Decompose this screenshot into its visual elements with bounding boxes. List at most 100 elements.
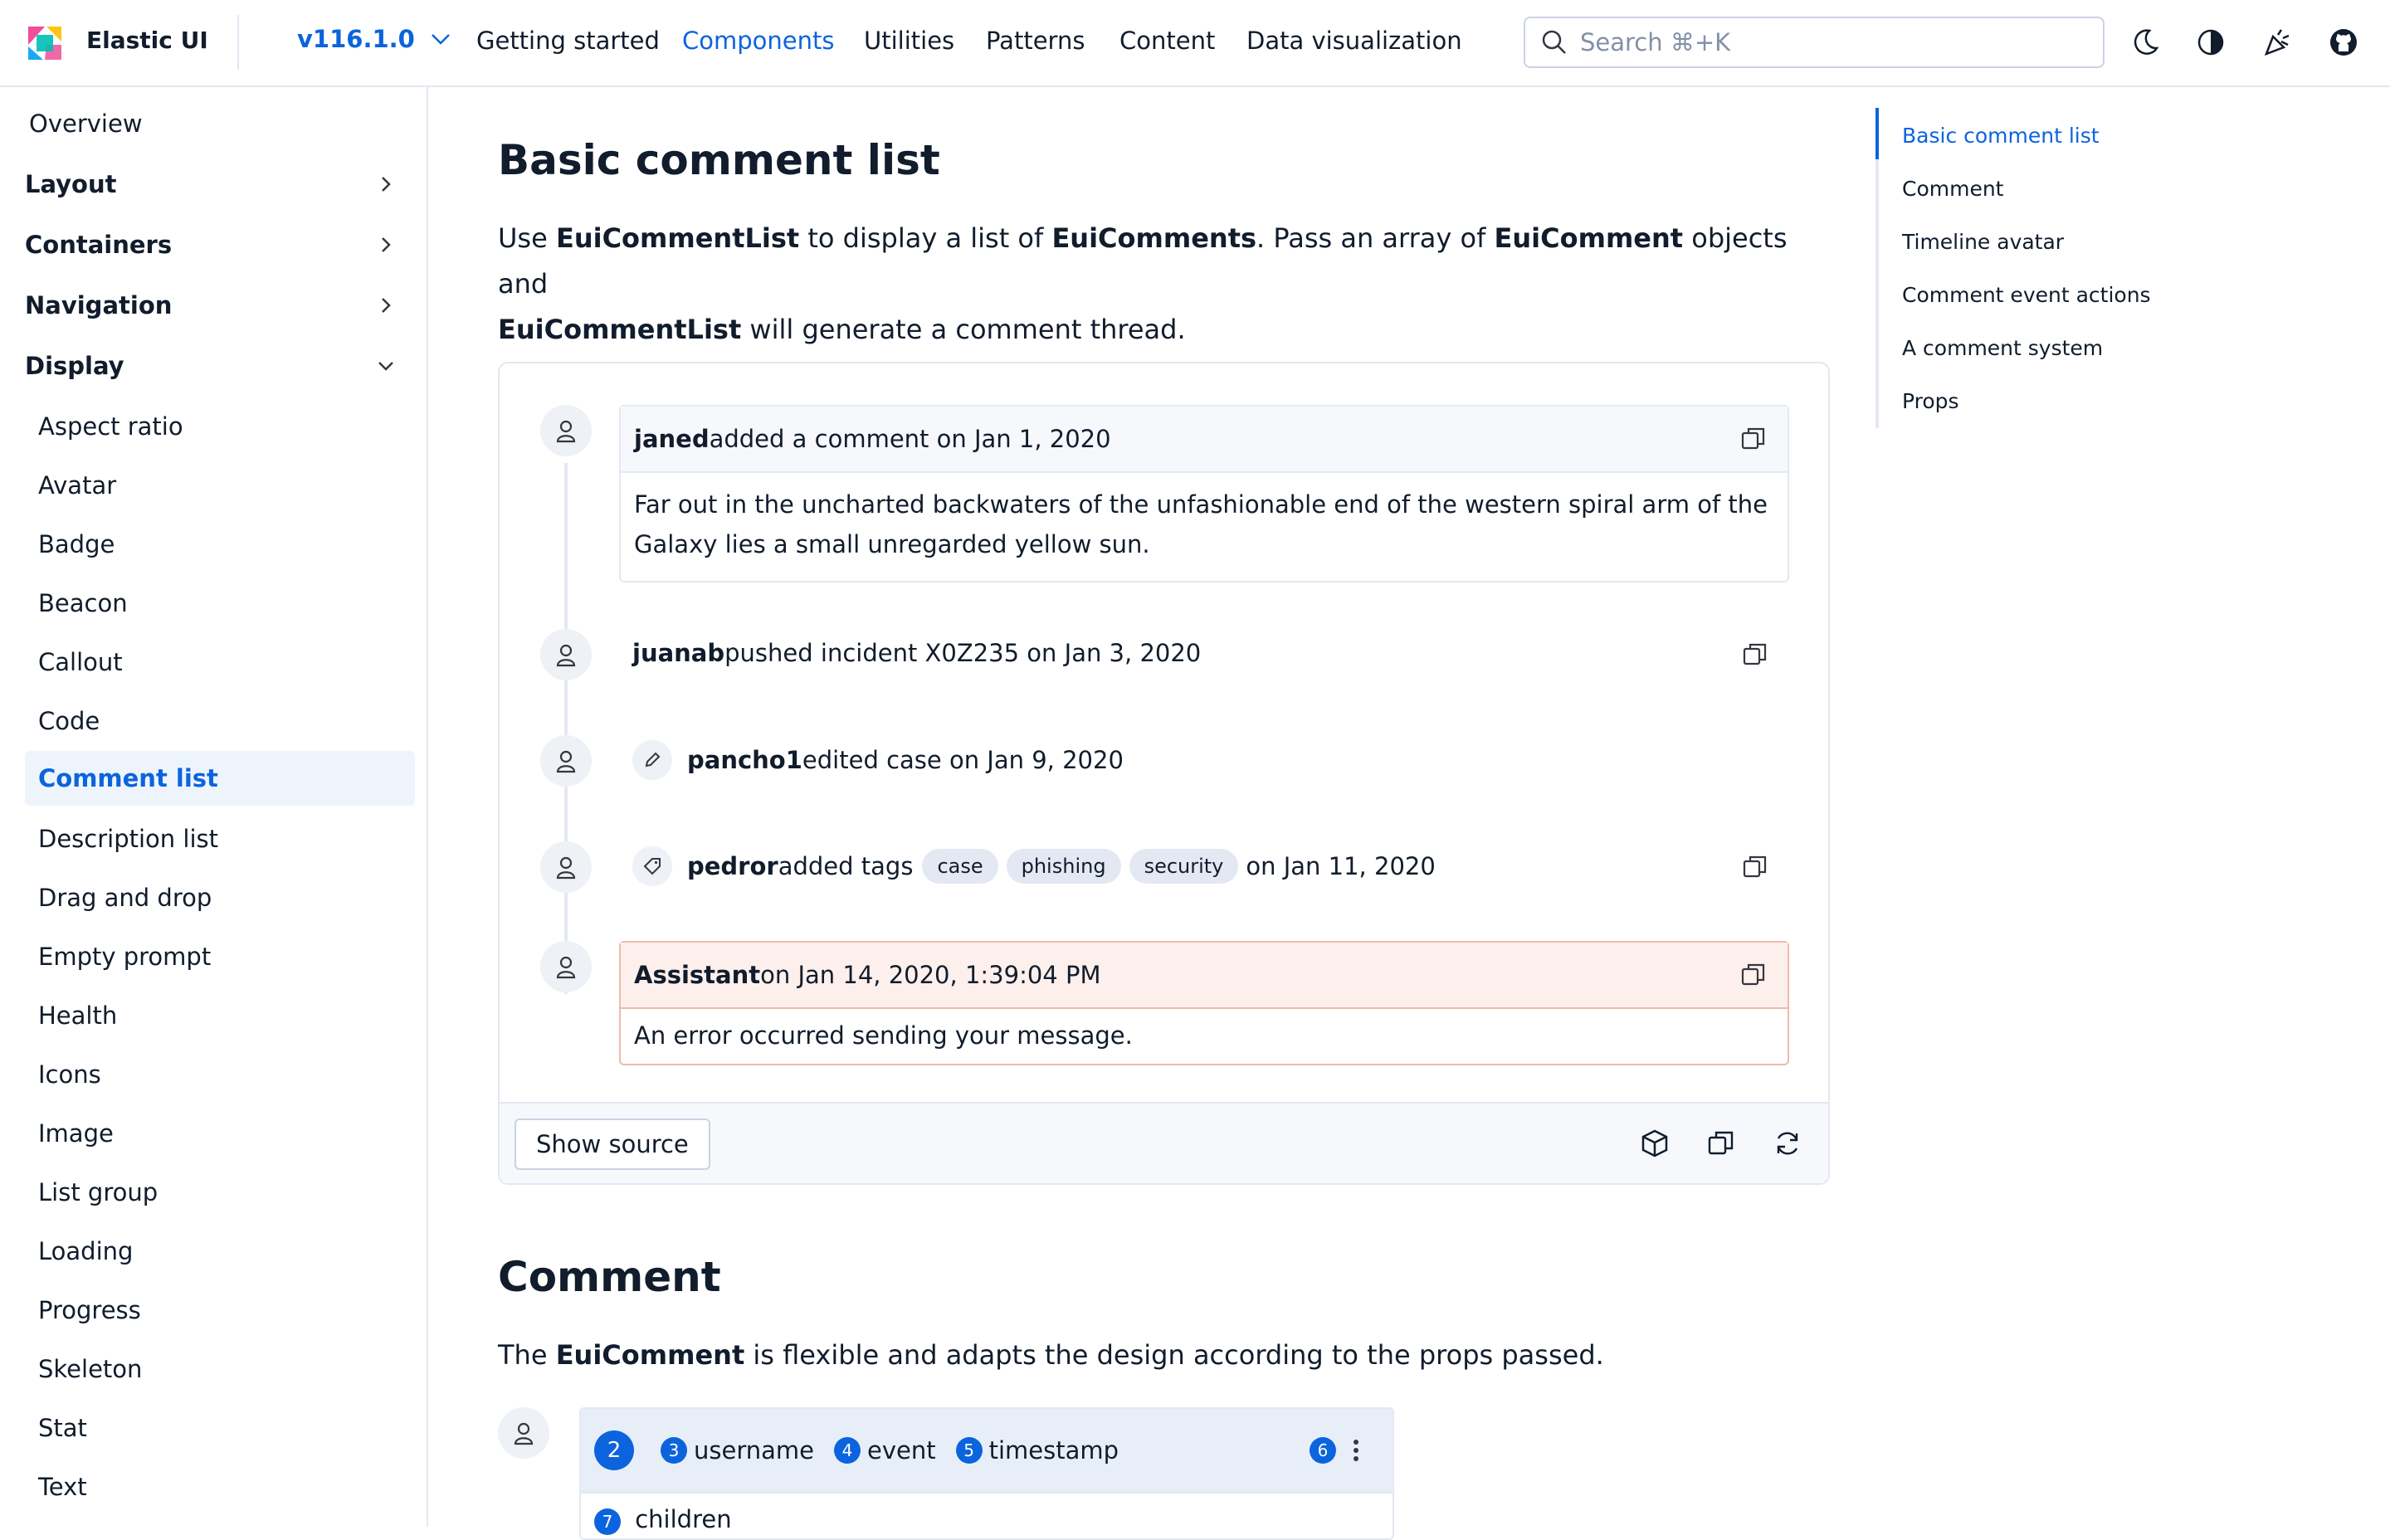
sidebar-item-loading[interactable]: Loading	[25, 1226, 415, 1277]
copy-icon[interactable]	[1741, 641, 1769, 669]
sidebar-item-label: Navigation	[25, 291, 173, 319]
nav-components[interactable]: Components	[682, 27, 834, 55]
show-source-button[interactable]: Show source	[515, 1118, 710, 1170]
header-divider	[237, 15, 239, 70]
sidebar-item-label: List group	[38, 1178, 159, 1206]
sidebar-item-aspect-ratio[interactable]: Aspect ratio	[25, 401, 415, 452]
comment-event-end: on Jan 11, 2020	[1246, 852, 1436, 880]
toc-item-comment[interactable]: Comment	[1902, 177, 2004, 201]
anatomy-header: 2 3 username 4 event 5 timestamp 6	[581, 1409, 1393, 1494]
page-title: Basic comment list	[498, 136, 940, 184]
sidebar-item-badge[interactable]: Badge	[25, 519, 415, 570]
comment-username[interactable]: pancho1	[687, 746, 802, 774]
sidebar-item-text[interactable]: Text	[25, 1461, 415, 1513]
sidebar-item-image[interactable]: Image	[25, 1108, 415, 1159]
sidebar-item-icons[interactable]: Icons	[25, 1049, 415, 1100]
top-header: Elastic UI v116.1.0 Getting started Comp…	[0, 0, 2390, 87]
sidebar-item-beacon[interactable]: Beacon	[25, 578, 415, 629]
contrast-icon[interactable]	[2195, 27, 2227, 58]
search-input[interactable]: Search ⌘+K	[1524, 17, 2105, 68]
avatar	[540, 941, 592, 992]
refresh-icon[interactable]	[1773, 1128, 1802, 1158]
sidebar-item-label: Stat	[38, 1414, 87, 1442]
anatomy-timestamp: timestamp	[988, 1436, 1119, 1464]
github-icon[interactable]	[2328, 27, 2359, 58]
nav-content[interactable]: Content	[1119, 27, 1215, 55]
sidebar-item-empty-prompt[interactable]: Empty prompt	[25, 931, 415, 982]
comment-event: added tags	[778, 852, 914, 880]
sidebar-group-display[interactable]: Display	[25, 340, 415, 392]
nav-patterns[interactable]: Patterns	[986, 27, 1085, 55]
toc-item-a-comment-system[interactable]: A comment system	[1902, 336, 2103, 360]
section-paragraph: The EuiComment is flexible and adapts th…	[498, 1339, 1604, 1371]
sidebar-item-skeleton[interactable]: Skeleton	[25, 1343, 415, 1395]
sidebar-item-list-group[interactable]: List group	[25, 1167, 415, 1218]
marker-4: 4	[834, 1437, 861, 1464]
copy-icon[interactable]	[1706, 1128, 1736, 1158]
sidebar-item-drag-and-drop[interactable]: Drag and drop	[25, 872, 415, 924]
chevron-right-icon	[382, 177, 391, 192]
anatomy-body: 7 children	[581, 1494, 1393, 1538]
copy-icon[interactable]	[1741, 853, 1769, 881]
toc-active-marker	[1875, 108, 1879, 159]
comment-event-line: juanab pushed incident X0Z235 on Jan 3, …	[632, 639, 1201, 667]
sidebar-item-health[interactable]: Health	[25, 990, 415, 1041]
sidebar-item-label: Callout	[38, 648, 123, 676]
comment-username[interactable]: pedror	[687, 852, 778, 880]
sidebar-item-label: Skeleton	[38, 1355, 143, 1383]
copy-icon[interactable]	[1739, 961, 1768, 989]
version-selector[interactable]: v116.1.0	[297, 25, 451, 53]
sidebar-group-containers[interactable]: Containers	[25, 219, 415, 270]
toc-item-basic-comment-list[interactable]: Basic comment list	[1902, 124, 2100, 148]
sidebar-item-callout[interactable]: Callout	[25, 636, 415, 688]
comment-username[interactable]: juanab	[632, 639, 724, 667]
avatar	[540, 841, 592, 893]
sidebar-group-navigation[interactable]: Navigation	[25, 280, 415, 331]
version-label: v116.1.0	[297, 25, 415, 53]
comment-username[interactable]: Assistant	[634, 961, 760, 989]
sidebar-item-avatar[interactable]: Avatar	[25, 460, 415, 511]
sidebar-item-label: Containers	[25, 231, 173, 259]
party-icon[interactable]	[2261, 27, 2293, 58]
tag-badge: phishing	[1006, 849, 1121, 884]
search-placeholder: Search ⌘+K	[1580, 28, 1731, 56]
sidebar-item-label: Code	[38, 707, 100, 735]
kebab-menu-icon[interactable]	[1351, 1437, 1361, 1464]
toc-item-timeline-avatar[interactable]: Timeline avatar	[1902, 230, 2064, 254]
intro-paragraph: Use EuiCommentList to display a list of …	[498, 222, 1788, 345]
sidebar-item-comment-list[interactable]: Comment list	[25, 751, 415, 806]
sidebar-item-description-list[interactable]: Description list	[25, 813, 415, 865]
copy-icon[interactable]	[1739, 425, 1768, 453]
sidebar-item-label: Icons	[38, 1060, 101, 1089]
sidebar-item-label: Overview	[29, 110, 143, 138]
sidebar-item-stat[interactable]: Stat	[25, 1402, 415, 1454]
toc-item-props[interactable]: Props	[1902, 389, 1959, 413]
comment-event: added a comment on Jan 1, 2020	[709, 425, 1111, 453]
tag-badge: security	[1129, 849, 1239, 884]
marker-2: 2	[594, 1430, 634, 1470]
nav-data-visualization[interactable]: Data visualization	[1246, 27, 1462, 55]
sidebar-group-layout[interactable]: Layout	[25, 158, 415, 210]
moon-icon[interactable]	[2129, 27, 2161, 58]
tag-icon	[632, 846, 672, 886]
sidebar-item-progress[interactable]: Progress	[25, 1284, 415, 1336]
codesandbox-icon[interactable]	[1640, 1128, 1670, 1158]
comment-username[interactable]: janed	[634, 425, 710, 453]
user-icon	[556, 750, 576, 773]
sidebar-item-label: Badge	[38, 530, 115, 558]
pencil-icon	[632, 740, 672, 780]
elastic-logo-icon[interactable]	[25, 23, 65, 63]
comment-event: pushed incident X0Z235 on Jan 3, 2020	[724, 639, 1202, 667]
sidebar-item-overview[interactable]: Overview	[25, 98, 415, 149]
marker-7: 7	[594, 1508, 621, 1535]
sidebar-item-label: Aspect ratio	[38, 412, 183, 441]
sidebar-item-code[interactable]: Code	[25, 695, 415, 747]
avatar	[540, 629, 592, 680]
avatar	[498, 1407, 549, 1459]
marker-3: 3	[661, 1437, 687, 1464]
brand-name[interactable]: Elastic UI	[86, 27, 208, 54]
sidebar-item-label: Layout	[25, 170, 117, 198]
nav-getting-started[interactable]: Getting started	[476, 27, 660, 55]
nav-utilities[interactable]: Utilities	[864, 27, 954, 55]
toc-item-comment-event-actions[interactable]: Comment event actions	[1902, 283, 2151, 307]
